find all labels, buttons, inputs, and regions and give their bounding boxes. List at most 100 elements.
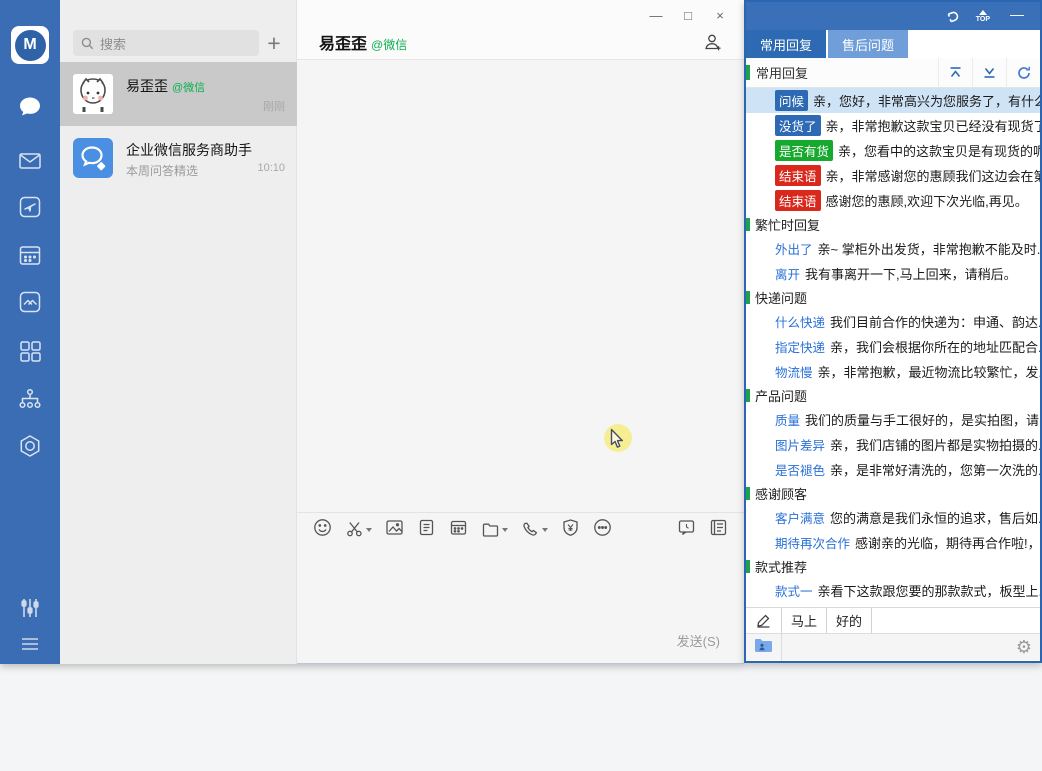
group-title: 繁忙时回复 <box>755 215 820 234</box>
reply-item[interactable]: 离开我有事离开一下,马上回来，请稍后。 <box>746 261 1040 286</box>
filters-icon[interactable] <box>0 596 60 620</box>
quick-tab-mashang[interactable]: 马上 <box>782 608 827 633</box>
assistant-tabs: 常用回复 售后问题 <box>746 30 1040 58</box>
edit-pencil-icon[interactable] <box>746 608 782 633</box>
search-input[interactable]: 搜索 <box>73 30 259 56</box>
tab-common-replies[interactable]: 常用回复 <box>746 30 826 58</box>
tab-aftersale-questions[interactable]: 售后问题 <box>828 30 908 58</box>
reply-item[interactable]: 结束语亲，非常感谢您的惠顾我们这边会在第... <box>746 163 1040 188</box>
chat-list-item[interactable]: 企业微信服务商助手本周问答精选10:10 <box>60 126 297 190</box>
group-green-bar <box>746 218 750 231</box>
gear-icon[interactable]: ⚙ <box>1016 638 1032 656</box>
reply-text: 我们目前合作的快递为：申通、韵达... <box>830 312 1040 331</box>
reply-item[interactable]: 物流慢亲，非常抱歉，最近物流比较繁忙，发... <box>746 359 1040 384</box>
call-icon[interactable] <box>521 520 548 539</box>
reply-item[interactable]: 没货了亲，非常抱歉这款宝贝已经没有现货了... <box>746 113 1040 138</box>
folder-icon[interactable] <box>481 520 508 539</box>
gallery-icon[interactable] <box>0 289 60 315</box>
reply-tag[interactable]: 图片差异 <box>775 434 825 455</box>
chat-toolbar <box>297 512 744 546</box>
assistant-minimize-icon[interactable]: — <box>1004 6 1030 26</box>
menu-icon[interactable] <box>0 632 60 656</box>
minimize-button[interactable]: — <box>640 4 672 26</box>
reply-tag[interactable]: 物流慢 <box>775 361 813 382</box>
wecom-logo-avatar <box>73 138 113 178</box>
reply-tag[interactable]: 期待再次合作 <box>775 532 850 553</box>
reply-tag[interactable]: 结束语 <box>775 165 821 186</box>
reply-tag[interactable]: 是否褪色 <box>775 459 825 480</box>
quick-tab-haode[interactable]: 好的 <box>827 608 872 633</box>
reply-tag[interactable]: 问候 <box>775 90 808 111</box>
schedule-icon[interactable] <box>449 518 468 542</box>
reply-item[interactable]: 客户满意您的满意是我们永恒的追求，售后如... <box>746 505 1040 530</box>
reply-item[interactable]: 图片差异亲，我们店铺的图片都是实物拍摄的... <box>746 432 1040 457</box>
reply-item[interactable]: 质量我们的质量与手工很好的，是实拍图，请... <box>746 407 1040 432</box>
window-controls: — □ × <box>640 4 736 26</box>
assistant-titlebar: TOP — <box>746 2 1040 30</box>
mail-icon[interactable] <box>0 148 60 174</box>
reply-tag[interactable]: 结束语 <box>775 190 821 211</box>
calendar-icon[interactable] <box>0 242 60 268</box>
add-member-icon[interactable] <box>702 32 722 57</box>
more-icon[interactable] <box>593 518 612 542</box>
group-green-bar <box>746 291 750 304</box>
reply-group-header: 快递问题 <box>746 286 1040 309</box>
reply-tag[interactable]: 外出了 <box>775 238 813 259</box>
reply-tag[interactable]: 离开 <box>775 263 800 284</box>
payment-icon[interactable] <box>561 518 580 542</box>
apps-icon[interactable] <box>0 338 60 364</box>
reply-item[interactable]: 什么快递我们目前合作的快递为：申通、韵达... <box>746 309 1040 334</box>
emoji-icon[interactable] <box>313 518 332 542</box>
folder-store-icon[interactable] <box>754 637 773 658</box>
reply-text: 亲，我们店铺的图片都是实物拍摄的... <box>830 435 1040 454</box>
folder-dropdown[interactable] <box>502 528 508 532</box>
reply-tag[interactable]: 是否有货 <box>775 140 833 161</box>
reply-item[interactable]: 外出了亲~ 掌柜外出发货，非常抱歉不能及时... <box>746 236 1040 261</box>
group-title: 感谢顾客 <box>755 484 807 503</box>
reply-item[interactable]: 款式一亲看下这款跟您要的那款款式，板型上... <box>746 578 1040 603</box>
add-chat-button[interactable]: + <box>260 29 288 57</box>
pin-top-icon[interactable]: TOP <box>976 10 990 23</box>
reply-tag[interactable]: 客户满意 <box>775 507 825 528</box>
chat-item-name: 易歪歪@微信 <box>126 76 205 96</box>
file-icon[interactable] <box>417 518 436 542</box>
group-green-bar <box>746 560 750 573</box>
scroll-to-bottom-icon[interactable] <box>972 58 1006 88</box>
approval-icon[interactable] <box>0 194 60 220</box>
image-icon[interactable] <box>385 518 404 542</box>
chat-history-icon[interactable] <box>677 518 696 542</box>
reply-text: 您的满意是我们永恒的追求，售后如... <box>830 508 1040 527</box>
reply-item[interactable]: 是否褪色亲，是非常好清洗的，您第一次洗的... <box>746 457 1040 482</box>
screenshot-icon[interactable] <box>345 520 372 539</box>
reply-tag[interactable]: 指定快递 <box>775 336 825 357</box>
chat-icon[interactable] <box>0 94 60 120</box>
reply-item[interactable]: 指定快递亲，我们会根据你所在的地址匹配合... <box>746 334 1040 359</box>
message-panel-icon[interactable] <box>709 518 728 542</box>
wechat-badge: @微信 <box>371 38 407 52</box>
refresh-icon[interactable] <box>1006 58 1040 88</box>
maximize-button[interactable]: □ <box>672 4 704 26</box>
section-title: 常用回复 <box>756 63 938 82</box>
call-dropdown[interactable] <box>542 528 548 532</box>
reply-item[interactable]: 问候亲，您好，非常高兴为您服务了，有什么... <box>746 88 1040 113</box>
reply-item[interactable]: 期待再次合作感谢亲的光临，期待再合作啦!，... <box>746 530 1040 555</box>
reply-tag[interactable]: 款式一 <box>775 580 813 601</box>
close-button[interactable]: × <box>704 4 736 26</box>
wechat-window: M <box>0 0 744 664</box>
screenshot-dropdown[interactable] <box>366 528 372 532</box>
reply-tag[interactable]: 没货了 <box>775 115 821 136</box>
reply-tag[interactable]: 什么快递 <box>775 311 825 332</box>
yiyaya-logo[interactable]: M <box>0 26 60 64</box>
reply-item[interactable]: 结束语感谢您的惠顾,欢迎下次光临,再见。 <box>746 188 1040 213</box>
send-button[interactable]: 发送(S) <box>677 631 720 650</box>
contacts-org-icon[interactable] <box>0 386 60 412</box>
chat-list-item[interactable]: 易歪歪@微信刚刚 <box>60 62 297 126</box>
magnet-icon[interactable] <box>945 8 962 25</box>
group-title: 快递问题 <box>755 288 807 307</box>
chat-items: 易歪歪@微信刚刚企业微信服务商助手本周问答精选10:10 <box>60 62 297 190</box>
reply-tag[interactable]: 质量 <box>775 409 800 430</box>
reply-item[interactable]: 是否有货亲，您看中的这款宝贝是有现货的呢... <box>746 138 1040 163</box>
scroll-to-top-icon[interactable] <box>938 58 972 88</box>
reply-text: 感谢亲的光临，期待再合作啦!，... <box>855 533 1040 552</box>
workbench-icon[interactable] <box>0 433 60 459</box>
